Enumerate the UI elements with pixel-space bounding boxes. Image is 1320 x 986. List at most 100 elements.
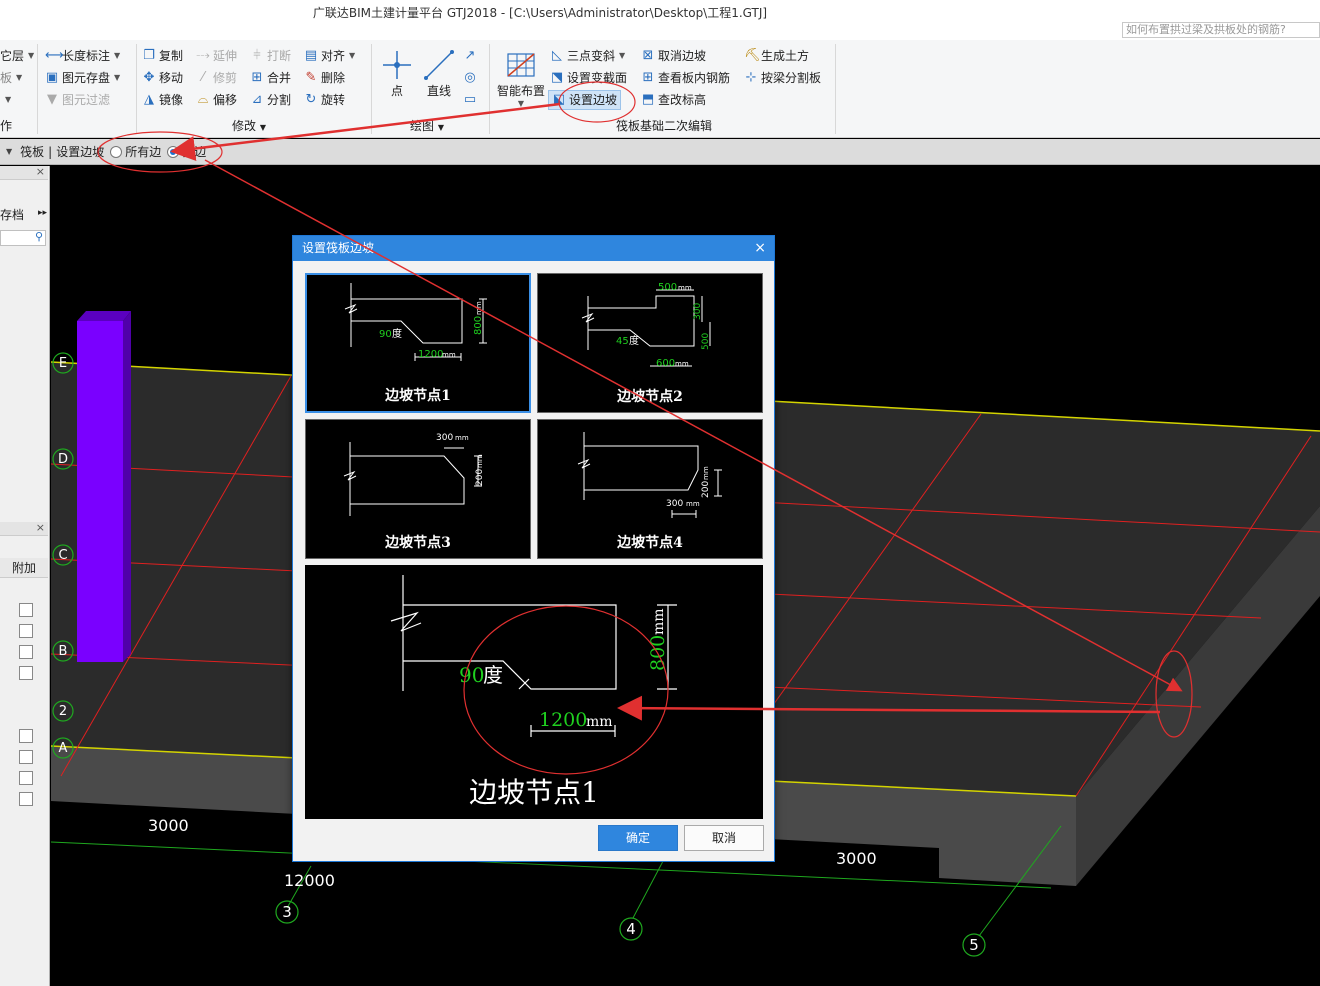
panel-search-input[interactable]: ⚲ bbox=[0, 230, 46, 246]
rotate-icon: ↻ bbox=[305, 92, 317, 107]
element-save-button[interactable]: ▣ 图元存盘 ▼ bbox=[45, 68, 120, 88]
split-by-beam-button[interactable]: ⊹ 按梁分割板 bbox=[744, 68, 821, 88]
rectangle-button[interactable]: ▭ bbox=[463, 90, 477, 110]
close-icon[interactable]: × bbox=[36, 521, 45, 534]
merge-button[interactable]: ⊞ 合并 bbox=[250, 68, 291, 88]
row-checkbox[interactable] bbox=[19, 603, 33, 617]
view-rebar-button[interactable]: ⊞ 查看板内钢筋 bbox=[641, 68, 730, 88]
row-checkbox[interactable] bbox=[19, 645, 33, 659]
generate-earthwork-button[interactable]: ⛏ 生成土方 bbox=[744, 46, 809, 66]
cancel-button[interactable]: 取消 bbox=[684, 825, 764, 851]
trim-button[interactable]: ⁄ 修剪 bbox=[196, 68, 237, 88]
copy-button[interactable]: ❐ 复制 bbox=[142, 46, 183, 66]
smart-layout-icon bbox=[507, 53, 535, 77]
view-rebar-icon: ⊞ bbox=[642, 70, 654, 85]
check-elevation-label: 查改标高 bbox=[658, 93, 707, 107]
board-button[interactable]: 板 ▼ bbox=[0, 68, 22, 88]
chevron-down-icon[interactable]: ▼ bbox=[6, 147, 12, 156]
chevron-down-icon: ▼ bbox=[349, 51, 356, 60]
align-icon: ▤ bbox=[304, 48, 318, 63]
arc-button[interactable]: ↗ bbox=[463, 46, 477, 66]
slope-node-4-tile[interactable]: 300 mm 200 mm 边坡节点4 bbox=[537, 419, 763, 559]
toolbar-command: 设置边坡 bbox=[56, 145, 105, 159]
delete-icon: ✎ bbox=[305, 70, 317, 85]
toolbar-context: 筏板 bbox=[20, 145, 45, 159]
slope-node-3-tile[interactable]: 300 mm 200 mm 边坡节点3 bbox=[305, 419, 531, 559]
close-icon[interactable]: × bbox=[754, 236, 766, 261]
filter-icon: ▼ bbox=[47, 92, 57, 107]
radio-multi-edges-label[interactable]: 多边 bbox=[182, 143, 206, 160]
panel-header: × bbox=[0, 521, 48, 536]
axis-label-b: B bbox=[59, 644, 68, 659]
chevron-right-icon[interactable]: ▸▸ bbox=[38, 208, 47, 218]
radio-multi-edges[interactable] bbox=[167, 145, 180, 158]
length-dimension-label: 长度标注 bbox=[62, 49, 111, 63]
extend-button[interactable]: ⤏ 延伸 bbox=[196, 46, 237, 66]
three-point-slope-button[interactable]: ◺ 三点变斜 ▼ bbox=[550, 46, 625, 66]
mirror-button[interactable]: ◮ 镜像 bbox=[142, 90, 183, 110]
node-1-height-unit: mm bbox=[475, 301, 483, 315]
close-icon[interactable]: × bbox=[36, 165, 45, 178]
row-checkbox[interactable] bbox=[19, 729, 33, 743]
radio-all-edges-label[interactable]: 所有边 bbox=[125, 143, 161, 160]
circle-button[interactable]: ◎ bbox=[463, 68, 477, 88]
node-4-width-unit: mm bbox=[686, 500, 700, 508]
generate-earthwork-label: 生成土方 bbox=[761, 49, 810, 63]
radio-all-edges[interactable] bbox=[110, 145, 123, 158]
move-button[interactable]: ✥ 移动 bbox=[142, 68, 183, 88]
element-save-label: 图元存盘 bbox=[62, 71, 111, 85]
other-layer-label: 它层 bbox=[0, 49, 25, 63]
slope-node-1-tile[interactable]: 90 度 1200 mm 800 mm 边坡节点1 bbox=[305, 273, 531, 413]
help-search-input[interactable]: 如何布置拱过梁及拱板处的钢筋? bbox=[1122, 22, 1320, 38]
break-label: 打断 bbox=[267, 49, 292, 63]
set-slope-button[interactable]: ⬕ 设置边坡 bbox=[548, 90, 622, 110]
slope-node-2-tile[interactable]: 500 mm 45 度 600 mm 300 500 边坡节点2 bbox=[537, 273, 763, 413]
preview-width: 1200 bbox=[539, 709, 587, 731]
element-filter-button[interactable]: ▼ 图元过滤 bbox=[45, 90, 110, 110]
row-checkbox[interactable] bbox=[19, 771, 33, 785]
set-slope-icon: ⬕ bbox=[552, 92, 566, 107]
rotate-button[interactable]: ↻ 旋转 bbox=[304, 90, 345, 110]
draw-point-button[interactable]: 点 bbox=[380, 48, 414, 99]
cancel-slope-button[interactable]: ⊠ 取消边坡 bbox=[641, 46, 706, 66]
check-elevation-button[interactable]: ⬒ 查改标高 bbox=[641, 90, 706, 110]
search-icon[interactable]: ⚲ bbox=[35, 230, 43, 243]
offset-button[interactable]: ⌓ 偏移 bbox=[196, 90, 237, 110]
dialog-title-bar: 设置筏板边坡 × bbox=[293, 236, 774, 261]
panel-header: × bbox=[0, 165, 48, 180]
ok-button[interactable]: 确定 bbox=[598, 825, 678, 851]
preview-label: 边坡节点1 bbox=[469, 776, 599, 809]
break-button[interactable]: ⫩ 打断 bbox=[250, 46, 291, 66]
ribbon: 它层 ▼ 板 ▼ ▼ 作 ⟷ 长度标注 ▼ ▣ 图元存盘 ▼ ▼ 图元过滤 ❐ 复制 ⤏ 延伸 ⫩… bbox=[0, 40, 1320, 138]
delete-button[interactable]: ✎ 删除 bbox=[304, 68, 345, 88]
length-dimension-button[interactable]: ⟷ 长度标注 ▼ bbox=[45, 46, 120, 66]
group-label-modify: 修改 ▼ bbox=[232, 118, 266, 134]
node-2-step-height: 300 bbox=[693, 303, 703, 320]
split-label: 分割 bbox=[267, 93, 292, 107]
variable-section-button[interactable]: ⬔ 设置变截面 bbox=[550, 68, 627, 88]
dimension-3000-right: 3000 bbox=[836, 849, 877, 868]
axis-label-4: 4 bbox=[626, 920, 636, 938]
align-button[interactable]: ▤ 对齐 ▼ bbox=[304, 46, 355, 66]
split-button[interactable]: ⊿ 分割 bbox=[250, 90, 291, 110]
row-checkbox[interactable] bbox=[19, 792, 33, 806]
left-dropdown-button[interactable]: ▼ bbox=[4, 90, 11, 110]
other-layer-button[interactable]: 它层 ▼ bbox=[0, 46, 34, 66]
node-2-top-width: 500 bbox=[658, 282, 677, 293]
save-tab[interactable]: 存档 bbox=[0, 206, 24, 223]
row-checkbox[interactable] bbox=[19, 624, 33, 638]
move-label: 移动 bbox=[159, 71, 184, 85]
draw-line-button[interactable]: 直线 bbox=[420, 48, 458, 99]
group-label-operation: 作 bbox=[0, 119, 13, 133]
cancel-slope-label: 取消边坡 bbox=[658, 49, 707, 63]
row-checkbox[interactable] bbox=[19, 666, 33, 680]
view-rebar-label: 查看板内钢筋 bbox=[658, 71, 731, 85]
row-checkbox[interactable] bbox=[19, 750, 33, 764]
arc-icon: ↗ bbox=[464, 48, 476, 63]
smart-layout-button[interactable]: 智能布置 ▼ bbox=[495, 48, 547, 108]
node-1-width-unit: mm bbox=[442, 351, 456, 359]
title-bar: 广联达BIM土建计量平台 GTJ2018 - [C:\Users\Adminis… bbox=[0, 0, 1320, 40]
chevron-down-icon: ▼ bbox=[16, 73, 23, 82]
preview-width-unit: mm bbox=[586, 714, 613, 730]
circle-icon: ◎ bbox=[464, 70, 476, 85]
